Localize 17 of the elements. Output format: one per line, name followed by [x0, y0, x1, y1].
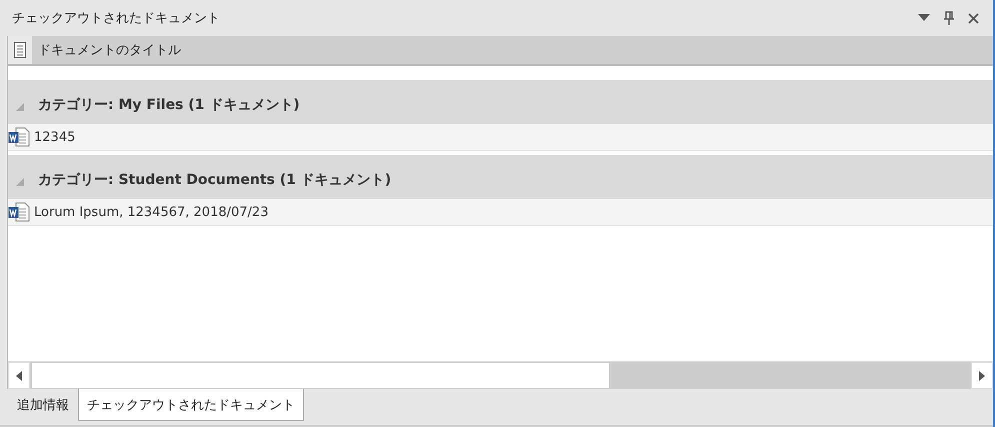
category-header[interactable]: カテゴリー: My Files (1 ドキュメント): [8, 80, 993, 124]
close-icon[interactable]: [968, 12, 979, 24]
category-header[interactable]: カテゴリー: Student Documents (1 ドキュメント): [8, 155, 993, 199]
document-icon: [14, 42, 26, 58]
document-row[interactable]: Lorum Ipsum, 1234567, 2018/07/23: [8, 199, 993, 226]
right-arrow-icon: [979, 370, 985, 380]
column-header[interactable]: ドキュメントのタイトル: [8, 36, 993, 66]
dropdown-icon[interactable]: [918, 14, 930, 22]
scrollbar-thumb[interactable]: [32, 363, 609, 388]
tab[interactable]: チェックアウトされたドキュメント: [78, 389, 304, 421]
tab[interactable]: 追加情報: [8, 389, 78, 421]
scroll-left-button[interactable]: [8, 362, 30, 389]
panel-title: チェックアウトされたドキュメント: [12, 10, 220, 27]
left-arrow-icon: [16, 370, 22, 380]
scroll-right-button[interactable]: [971, 362, 993, 389]
document-row[interactable]: 12345: [8, 124, 993, 151]
pin-icon[interactable]: [944, 11, 954, 25]
